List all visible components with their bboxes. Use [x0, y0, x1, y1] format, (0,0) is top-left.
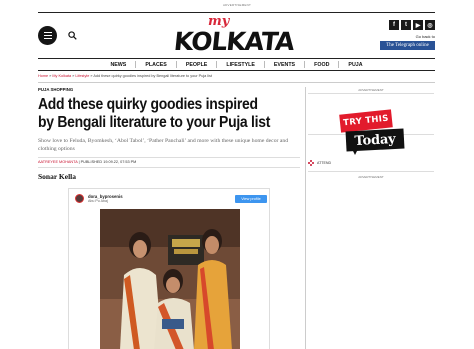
twitter-icon[interactable]: t	[401, 20, 411, 30]
youtube-icon[interactable]: ▶	[413, 20, 423, 30]
sidebar-brand[interactable]: ATTEND	[308, 160, 331, 166]
logo-city-text: KOLKATA	[172, 27, 296, 56]
instagram-photo[interactable]	[100, 209, 240, 349]
nav-item-puja[interactable]: PUJA	[346, 62, 364, 68]
sidebar-divider	[305, 87, 306, 349]
byline-top-divider	[38, 157, 300, 158]
main-nav: NEWS PLACES PEOPLE LIFESTYLE EVENTS FOOD…	[38, 59, 435, 70]
promo-speech-tail	[352, 149, 358, 155]
breadcrumb-my-kolkata[interactable]: My Kolkata	[52, 74, 71, 78]
social-links: f t ▶ ◎	[389, 20, 435, 30]
breadcrumb: Home » My Kolkata » Lifestyle » Add thes…	[38, 74, 212, 78]
top-divider	[38, 12, 435, 13]
site-logo[interactable]: my KOLKATA	[172, 14, 302, 58]
section-title: Sonar Kella	[38, 172, 76, 181]
byline-bottom-divider	[38, 167, 300, 168]
breadcrumb-home[interactable]: Home	[38, 74, 48, 78]
try-this-today-promo[interactable]: TRY THIS Today	[308, 104, 434, 162]
search-icon[interactable]	[68, 31, 77, 40]
instagram-icon[interactable]: ◎	[425, 20, 435, 30]
article-byline: AATREYEE MOHANTA | PUBLISHED 19.09.22, 0…	[38, 160, 136, 164]
sidebar-top-rule	[308, 93, 434, 94]
nav-item-events[interactable]: EVENTS	[272, 62, 297, 68]
nav-separator	[135, 61, 137, 68]
nav-item-lifestyle[interactable]: LIFESTYLE	[224, 62, 257, 68]
nav-separator	[338, 61, 340, 68]
facebook-icon[interactable]: f	[389, 20, 399, 30]
menu-button[interactable]	[38, 26, 57, 45]
go-back-label: Go back to	[415, 34, 435, 39]
breadcrumb-lifestyle[interactable]: Lifestyle	[75, 74, 89, 78]
nav-item-food[interactable]: FOOD	[312, 62, 331, 68]
instagram-embed: dora_byprosenis Abu Pu Abaj View profile	[68, 188, 270, 349]
sidebar-brand-divider	[308, 171, 434, 172]
author-link[interactable]: AATREYEE MOHANTA	[38, 160, 78, 164]
view-profile-button[interactable]: View profile	[235, 195, 267, 203]
sidebar-ad-label-2: ADVERTISEMENT	[358, 175, 384, 179]
top-ad-label: ADVERTISEMENT	[222, 3, 252, 7]
breadcrumb-divider	[38, 82, 435, 83]
nav-item-places[interactable]: PLACES	[143, 62, 169, 68]
sidebar-ad-label: ADVERTISEMENT	[358, 88, 384, 92]
nav-separator	[304, 61, 306, 68]
brand-logo-icon	[308, 160, 314, 166]
published-date: | PUBLISHED 19.09.22, 07:53 PM	[77, 160, 137, 164]
nav-separator	[175, 61, 177, 68]
menu-icon-bar	[43, 32, 52, 33]
instagram-avatar[interactable]	[75, 194, 84, 203]
nav-bottom-divider	[38, 70, 435, 71]
brand-text: ATTEND	[317, 161, 332, 165]
nav-separator	[216, 61, 218, 68]
breadcrumb-current: Add these quirky goodies inspired by Ben…	[93, 74, 212, 78]
article-category[interactable]: PUJA SHOPPING	[38, 87, 73, 92]
menu-icon-bar	[43, 38, 52, 39]
nav-item-news[interactable]: NEWS	[108, 62, 128, 68]
nav-item-people[interactable]: PEOPLE	[184, 62, 210, 68]
article-subhead: Show love to Feluda, Byomkesh, ‘Abol Tab…	[38, 138, 289, 152]
article-headline: Add these quirky goodies inspired by Ben…	[38, 96, 271, 131]
instagram-subtitle: Abu Pu Abaj	[88, 199, 108, 203]
telegraph-online-button[interactable]: The Telegraph online	[380, 41, 435, 50]
menu-icon-bar	[43, 35, 52, 36]
nav-separator	[263, 61, 265, 68]
